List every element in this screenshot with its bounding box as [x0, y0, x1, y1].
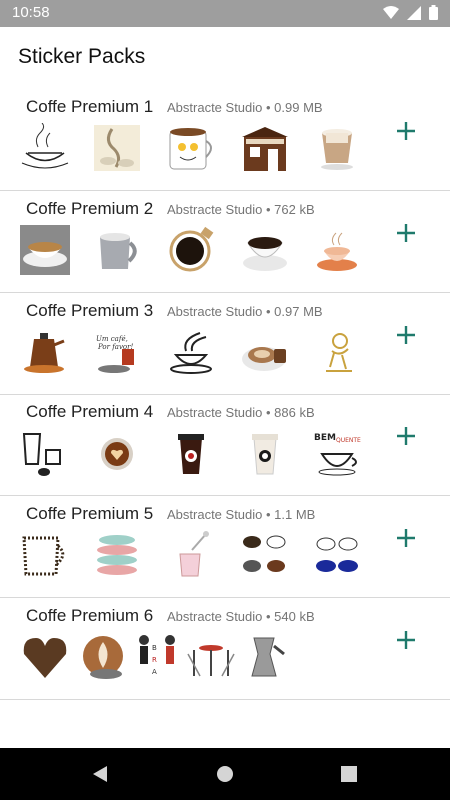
add-pack-button[interactable]	[392, 422, 420, 450]
bean-heart-sticker	[23, 638, 67, 678]
pack-name: Coffe Premium 6	[26, 606, 154, 625]
latte-art-sticker	[83, 636, 123, 679]
pack-meta: Abstracte Studio • 762 kB	[167, 202, 315, 217]
bra-sign-sticker: BRA	[139, 635, 175, 676]
svg-text:QUENTE: QUENTE	[336, 437, 361, 444]
golden-figure-sticker	[326, 333, 352, 372]
add-pack-button[interactable]	[392, 321, 420, 349]
add-pack-button[interactable]	[392, 219, 420, 247]
pack-name: Coffe Premium 1	[26, 97, 154, 116]
battery-icon	[429, 5, 438, 20]
steaming-cup-sticker	[21, 123, 69, 169]
smiling-mug-sticker	[169, 128, 212, 170]
svg-text:BEM: BEM	[314, 433, 336, 443]
pack-meta: Abstracte Studio • 0.97 MB	[167, 304, 323, 319]
dark-coffee-top-sticker	[169, 226, 214, 272]
svg-text:R: R	[152, 656, 157, 664]
page-title: Sticker Packs	[18, 45, 146, 68]
coffee-pot-sticker	[24, 333, 65, 373]
coffee-shop-sticker	[242, 127, 288, 171]
wifi-icon	[383, 5, 399, 19]
pack-meta: Abstracte Studio • 0.99 MB	[167, 100, 323, 115]
espresso-cup-sticker	[243, 237, 287, 271]
navigation-bar	[0, 748, 450, 800]
status-icons	[383, 5, 438, 20]
status-bar: 10:58	[0, 0, 450, 27]
paper-cup-sticker	[252, 434, 278, 475]
pack-name: Coffe Premium 2	[26, 199, 154, 218]
takeaway-cup-sticker	[178, 434, 204, 474]
cup-collage-sticker	[243, 535, 286, 572]
home-icon[interactable]	[213, 762, 237, 786]
cafe-table-sticker	[187, 645, 235, 677]
sticker-pack-row[interactable]: Coffe Premium 2 Abstracte Studio • 762 k…	[0, 191, 450, 293]
pack-name: Coffe Premium 4	[26, 402, 154, 421]
add-pack-button[interactable]	[392, 524, 420, 552]
grey-mug-sticker	[100, 233, 137, 269]
signal-icon	[407, 5, 421, 20]
pack-name: Coffe Premium 3	[26, 301, 154, 320]
orange-cup-sticker	[317, 232, 357, 271]
add-pack-button[interactable]	[392, 117, 420, 145]
recents-icon[interactable]	[337, 762, 361, 786]
espresso-saucer-sticker	[20, 225, 70, 275]
pink-latte-sticker	[179, 531, 209, 577]
un-cafe-sign-sticker: Um café,Por favor!	[96, 335, 134, 373]
back-icon[interactable]	[89, 762, 113, 786]
svg-text:B: B	[152, 644, 157, 652]
heart-latte-sticker	[101, 438, 133, 470]
bean-mug-sticker	[22, 536, 65, 576]
coffee-cups-sketch-sticker	[94, 125, 140, 171]
add-pack-button[interactable]	[392, 626, 420, 654]
sticker-pack-row[interactable]: Coffe Premium 3 Abstracte Studio • 0.97 …	[0, 293, 450, 395]
pack-meta: Abstracte Studio • 540 kB	[167, 609, 315, 624]
latte-glass-sticker	[321, 129, 353, 170]
svg-text:A: A	[152, 668, 157, 676]
app-bar: Sticker Packs	[0, 27, 450, 89]
pack-meta: Abstracte Studio • 1.1 MB	[167, 507, 316, 522]
stacked-cups-sticker	[97, 535, 137, 575]
sticker-pack-row[interactable]: Coffe Premium 5 Abstracte Studio • 1.1 M…	[0, 496, 450, 598]
sticker-preview-list	[20, 530, 380, 586]
sticker-pack-row[interactable]: Coffe Premium 1 Abstracte Studio • 0.99 …	[0, 89, 450, 191]
coffee-maker-sticker	[22, 433, 61, 476]
pack-meta: Abstracte Studio • 886 kB	[167, 405, 315, 420]
sticker-pack-row[interactable]: Coffe Premium 4 Abstracte Studio • 886 k…	[0, 394, 450, 496]
cappuccino-biscuit-sticker	[242, 347, 286, 371]
sticker-preview-list: BRA	[20, 632, 380, 688]
moka-pot-sticker	[251, 637, 285, 677]
sticker-preview-list: Um café, Por favor!	[20, 327, 380, 383]
status-time: 10:58	[12, 4, 50, 21]
bem-quente-sticker: BEM QUENTE	[314, 433, 361, 476]
svg-text:Um café,: Um café,	[96, 335, 128, 343]
blue-cups-sticker	[316, 537, 358, 572]
sticker-preview-list	[20, 123, 380, 179]
steaming-cup-line-sticker	[170, 332, 212, 374]
sticker-preview-list	[20, 225, 380, 281]
sticker-preview-list: BEM QUENTE	[20, 428, 380, 484]
pack-name: Coffe Premium 5	[26, 504, 154, 523]
sticker-pack-row[interactable]: Coffe Premium 6 Abstracte Studio • 540 k…	[0, 598, 450, 700]
